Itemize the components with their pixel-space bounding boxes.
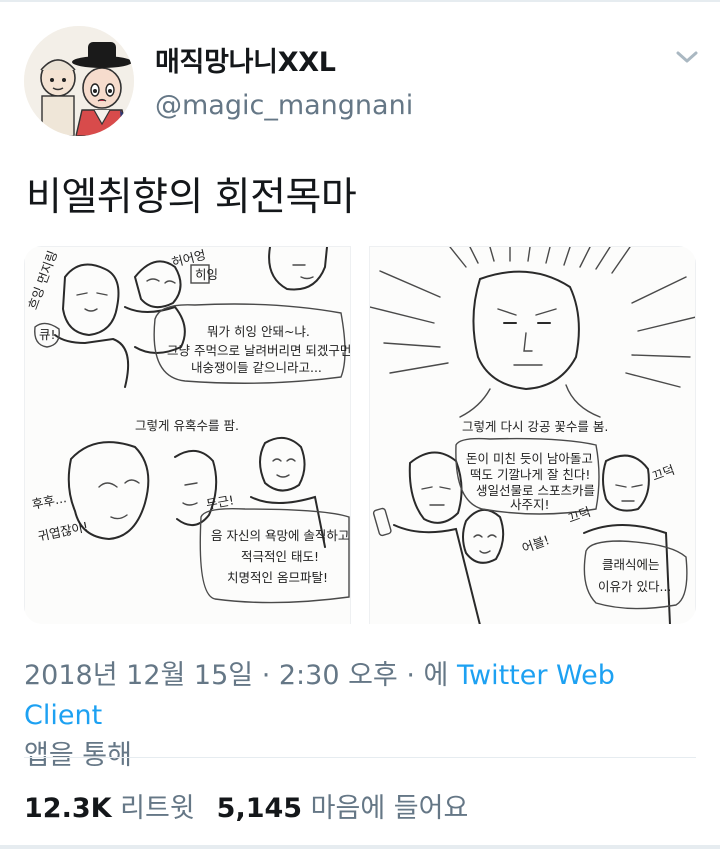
right-bubble-line-4: 사주지! — [510, 497, 550, 512]
meta-separator-2: · — [397, 660, 424, 691]
right-bubble-line-2: 떡도 기깔나게 잘 친다! — [470, 467, 590, 482]
meta-separator-1: · — [253, 660, 279, 691]
panel-caption-left: 그렇게 유혹수를 팜. — [135, 418, 239, 433]
bubble-line-2: 그냥 주먹으로 날려버리면 되겠구먼. — [167, 343, 351, 358]
retweets-count: 12.3K — [24, 793, 112, 824]
bubble-line-1: 뭐가 히잉 안돼~냐. — [207, 324, 310, 339]
right-bubble-line-1: 돈이 미친 듯이 남아돌고 — [466, 451, 593, 466]
comic-image-left[interactable]: 허어엉 히잉 흐잉 먼지링 큐! 뭐가 히잉 안돼~냐. 그냥 주먹으로 날려버… — [24, 246, 351, 624]
user-handle[interactable]: @magic_mangnani — [155, 90, 413, 121]
display-name[interactable]: 매직망나니XXL — [155, 40, 336, 79]
likes-stat[interactable]: 5,145 마음에 들어요 — [217, 793, 469, 824]
doodle-wimper: 흐잉 먼지링 — [25, 249, 60, 312]
bottom-bubble-line-3: 치명적인 옴므파탈! — [227, 570, 328, 585]
right-bubble-line-3: 생일선물로 스포츠카를 — [476, 483, 595, 498]
doodle-giggle-2: 귀엽잖아! — [37, 519, 90, 544]
bottom-bubble-line-2: 적극적인 태도! — [241, 549, 319, 564]
chevron-down-icon[interactable] — [670, 40, 704, 74]
panel-caption-right: 그렇게 다시 강공 꽃수를 봄. — [462, 419, 608, 434]
via-suffix: 앱을 통해 — [24, 740, 132, 771]
tweet-date[interactable]: 2018년 12월 15일 — [24, 660, 253, 691]
comic-image-right[interactable]: 그렇게 다시 강공 꽃수를 봄. 돈이 미친 듯이 남아돌고 떡도 기깔나게 잘… — [369, 246, 696, 624]
media-gallery: 허어엉 히잉 흐잉 먼지링 큐! 뭐가 히잉 안돼~냐. 그냥 주먹으로 날려버… — [24, 246, 696, 624]
doodle-ggeudeok-2: 끄덕 — [566, 504, 593, 526]
bubble-line-3: 내숭쟁이들 같으니라고... — [191, 360, 322, 375]
tweet-stats: 12.3K 리트윗 5,145 마음에 들어요 — [24, 786, 468, 825]
retweets-stat[interactable]: 12.3K 리트윗 — [24, 793, 195, 824]
top-divider — [0, 0, 720, 2]
via-prefix: 에 — [423, 660, 457, 691]
retweets-label: 리트윗 — [120, 793, 195, 824]
doodle-eobeu: 어블! — [520, 532, 551, 556]
tweet-text: 비엘취향의 회전목마 — [26, 175, 357, 220]
profile-avatar[interactable] — [24, 26, 134, 136]
meta-divider — [24, 757, 696, 758]
doodle-kyu: 큐! — [39, 327, 56, 342]
doodle-giggle-1: 후후... — [31, 490, 68, 512]
doodle-ggeudeok-1: 끄덕 — [650, 462, 677, 484]
tweet-meta: 2018년 12월 15일 · 2:30 오후 · 에 Twitter Web … — [24, 656, 700, 776]
likes-label: 마음에 들어요 — [310, 793, 469, 824]
bottom-divider — [0, 845, 720, 849]
bottom-bubble-line-1: 음 자신의 욕망에 솔직하고 — [211, 528, 349, 543]
right-bottom-bubble-line-2: 이유가 있다... — [598, 579, 671, 594]
doodle-heen: 히잉 — [195, 267, 218, 282]
likes-count: 5,145 — [216, 793, 303, 824]
right-bottom-bubble-line-1: 클래식에는 — [602, 557, 660, 572]
cartoon-avatar-icon — [24, 26, 134, 136]
tweet-time[interactable]: 2:30 오후 — [279, 660, 398, 691]
